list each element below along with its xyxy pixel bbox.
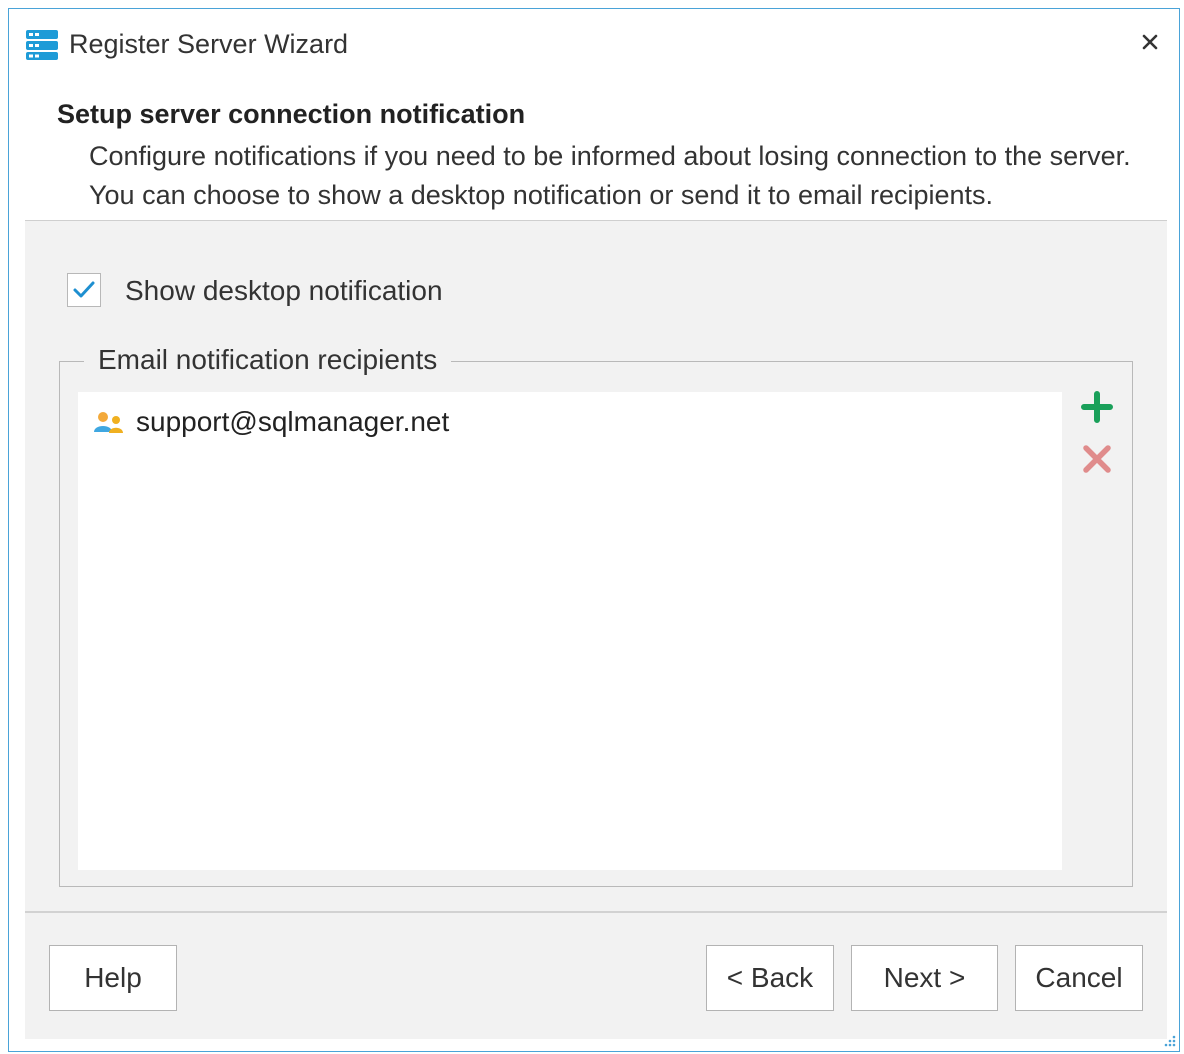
- remove-recipient-button[interactable]: [1077, 439, 1117, 479]
- wizard-footer: Help < Back Next > Cancel: [25, 913, 1167, 1039]
- wizard-content: Show desktop notification Email notifica…: [25, 221, 1167, 911]
- wizard-header: Setup server connection notification Con…: [9, 83, 1179, 221]
- plus-icon: [1081, 391, 1113, 423]
- list-item[interactable]: support@sqlmanager.net: [92, 404, 449, 440]
- close-icon: [1142, 34, 1158, 50]
- recipients-list[interactable]: support@sqlmanager.net: [78, 392, 1062, 870]
- add-recipient-button[interactable]: [1077, 387, 1117, 427]
- user-group-icon: [94, 412, 123, 433]
- close-button[interactable]: [1135, 27, 1165, 57]
- server-app-icon: [26, 30, 58, 60]
- show-desktop-notification-checkbox[interactable]: [67, 273, 101, 307]
- back-button[interactable]: < Back: [706, 945, 834, 1011]
- wizard-window: Register Server Wizard Setup server conn…: [8, 8, 1180, 1052]
- page-description: Configure notifications if you need to b…: [89, 141, 1131, 210]
- title-bar: Register Server Wizard: [9, 9, 1179, 83]
- email-recipients-group: Email notification recipients support@sq…: [59, 344, 1133, 887]
- resize-grip-icon[interactable]: [1161, 1033, 1177, 1049]
- window-title: Register Server Wizard: [69, 29, 349, 59]
- cancel-button[interactable]: Cancel: [1015, 945, 1143, 1011]
- close-icon: [1083, 445, 1111, 473]
- email-recipients-legend: Email notification recipients: [84, 344, 452, 376]
- page-title: Setup server connection notification: [57, 99, 526, 129]
- next-button[interactable]: Next >: [851, 945, 998, 1011]
- checkmark-icon: [73, 281, 95, 298]
- help-button[interactable]: Help: [49, 945, 177, 1011]
- show-desktop-notification-label[interactable]: Show desktop notification: [125, 275, 443, 307]
- recipient-email: support@sqlmanager.net: [136, 406, 450, 437]
